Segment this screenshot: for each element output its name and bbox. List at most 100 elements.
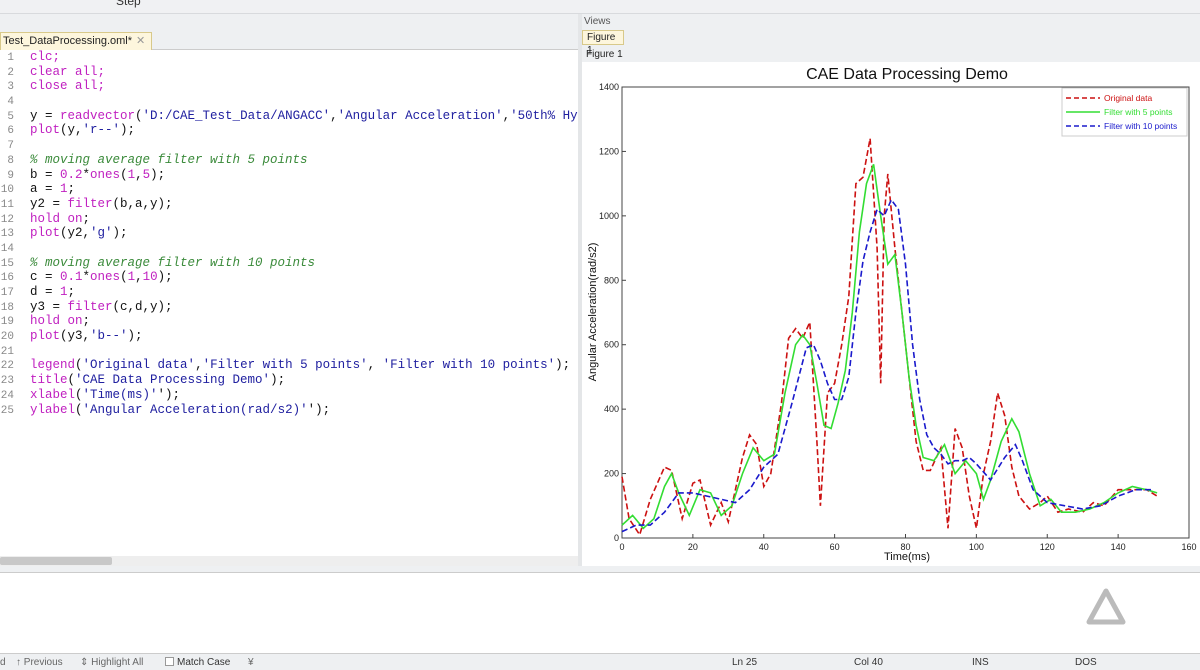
code-line[interactable]: 20plot(y3,'b--'); [0,329,578,344]
line-number-gutter: 15 [0,257,14,272]
code-token: '); [308,403,331,417]
code-token: 1 [128,168,136,182]
code-token: b = [30,168,60,182]
code-line[interactable]: 21 [0,344,578,359]
legend-entry: Filter with 5 points [1104,107,1173,117]
code-token: 'Original data' [83,358,196,372]
code-token: clc; [30,50,60,64]
code-line[interactable]: 9b = 0.2*ones(1,5); [0,168,578,183]
line-number-gutter: 9 [0,169,14,184]
code-line[interactable]: 8% moving average filter with 5 points [0,153,578,168]
command-window[interactable] [0,572,1200,654]
code-line[interactable]: 5y = readvector('D:/CAE_Test_Data/ANGACC… [0,109,578,124]
code-line[interactable]: 2clear all; [0,65,578,80]
code-line[interactable]: 15 % moving average filter with 10 points [0,256,578,271]
tab-figure-1[interactable]: Figure 1 [582,30,624,45]
line-number-gutter: 2 [0,66,14,81]
code-token: (y2, [60,226,90,240]
code-line[interactable]: 13plot(y2,'g'); [0,226,578,241]
code-token: readvector [60,109,135,123]
code-line[interactable]: 19hold on; [0,314,578,329]
code-token: (y, [60,123,83,137]
code-token: plot [30,329,60,343]
x-tick-label: 20 [688,542,698,552]
x-tick-label: 140 [1111,542,1126,552]
series-line-1 [622,139,1157,535]
code-line[interactable]: 4 [0,94,578,109]
editor-file-tab[interactable]: Test_DataProcessing.oml*✕ [0,32,152,50]
code-line[interactable]: 14 [0,241,578,256]
y-tick-label: 1200 [599,146,619,156]
plot-frame [622,87,1189,538]
code-line[interactable]: 1 clc; [0,50,578,65]
code-line[interactable]: 17d = 1; [0,285,578,300]
legend-entry: Original data [1104,93,1152,103]
y-tick-label: 800 [604,275,619,285]
code-line[interactable]: 25ylabel('Angular Acceleration(rad/s2)''… [0,403,578,418]
code-line[interactable]: 6plot(y,'r--'); [0,123,578,138]
step-button[interactable]: Step [116,0,141,8]
x-tick-label: 0 [619,542,624,552]
code-token: , [330,109,338,123]
code-token: ( [68,373,76,387]
altair-logo-icon [1085,588,1127,628]
x-tick-label: 80 [900,542,910,552]
code-token: ); [120,123,135,137]
code-token: % moving average filter with 10 points [30,256,315,270]
code-line[interactable]: 11y2 = filter(b,a,y); [0,197,578,212]
code-token: ( [120,270,128,284]
insert-mode: INS [972,657,989,668]
code-token: 1 [128,270,136,284]
code-editor[interactable]: 1 clc;2clear all;3close all;45y = readvec… [0,50,578,556]
code-token: 'Filter with 10 points' [383,358,556,372]
close-icon[interactable]: ✕ [136,35,145,47]
line-number-gutter: 21 [0,345,14,360]
editor-horizontal-scrollbar[interactable] [0,556,578,566]
code-token: 1 [60,182,68,196]
code-line[interactable]: 18y3 = filter(c,d,y); [0,300,578,315]
toolbar: Step [0,0,1200,14]
line-number-gutter: 12 [0,213,14,228]
line-number-gutter: 22 [0,359,14,374]
line-number-gutter: 1 [0,51,14,66]
chart-title: CAE Data Processing Demo [806,66,1008,83]
highlight-all-button[interactable]: ⇕ Highlight All [80,657,143,668]
find-previous-button[interactable]: ↑ Previous [16,657,63,668]
code-token: 'CAE Data Processing Demo' [75,373,270,387]
code-line[interactable]: 10a = 1; [0,182,578,197]
y-tick-label: 600 [604,340,619,350]
match-case-checkbox[interactable]: Match Case [165,657,230,668]
code-token: ( [75,358,83,372]
checkbox-icon[interactable] [165,657,174,666]
code-line[interactable]: 24xlabel('Time(ms)''); [0,388,578,403]
code-token: ); [555,358,570,372]
y-tick-label: 1400 [599,82,619,92]
code-token: 'b--' [90,329,128,343]
code-line[interactable]: 22legend('Original data','Filter with 5 … [0,358,578,373]
code-line[interactable]: 12hold on; [0,212,578,227]
code-token: 10 [143,270,158,284]
code-token: legend [30,358,75,372]
code-token: (c,d,y); [113,300,173,314]
x-tick-label: 120 [1040,542,1055,552]
code-line[interactable]: 7 [0,138,578,153]
legend-entry: Filter with 10 points [1104,121,1177,131]
code-token: c = [30,270,60,284]
code-line[interactable]: 23title('CAE Data Processing Demo'); [0,373,578,388]
code-token: , [135,270,143,284]
more-options[interactable]: ¥ [248,657,254,668]
line-number-gutter: 7 [0,139,14,154]
line-number-gutter: 20 [0,330,14,345]
y-tick-label: 1000 [599,211,619,221]
code-token: ylabel [30,403,75,417]
line-number-gutter: 16 [0,271,14,286]
find-next[interactable]: d [0,657,6,668]
y-tick-label: 0 [614,533,619,543]
scrollbar-thumb[interactable] [0,557,112,565]
line-number-gutter: 10 [0,183,14,198]
code-line[interactable]: 16c = 0.1*ones(1,10); [0,270,578,285]
code-token: ones [90,270,120,284]
code-line[interactable]: 3close all; [0,79,578,94]
line-number-gutter: 4 [0,95,14,110]
code-token: ; [83,212,91,226]
